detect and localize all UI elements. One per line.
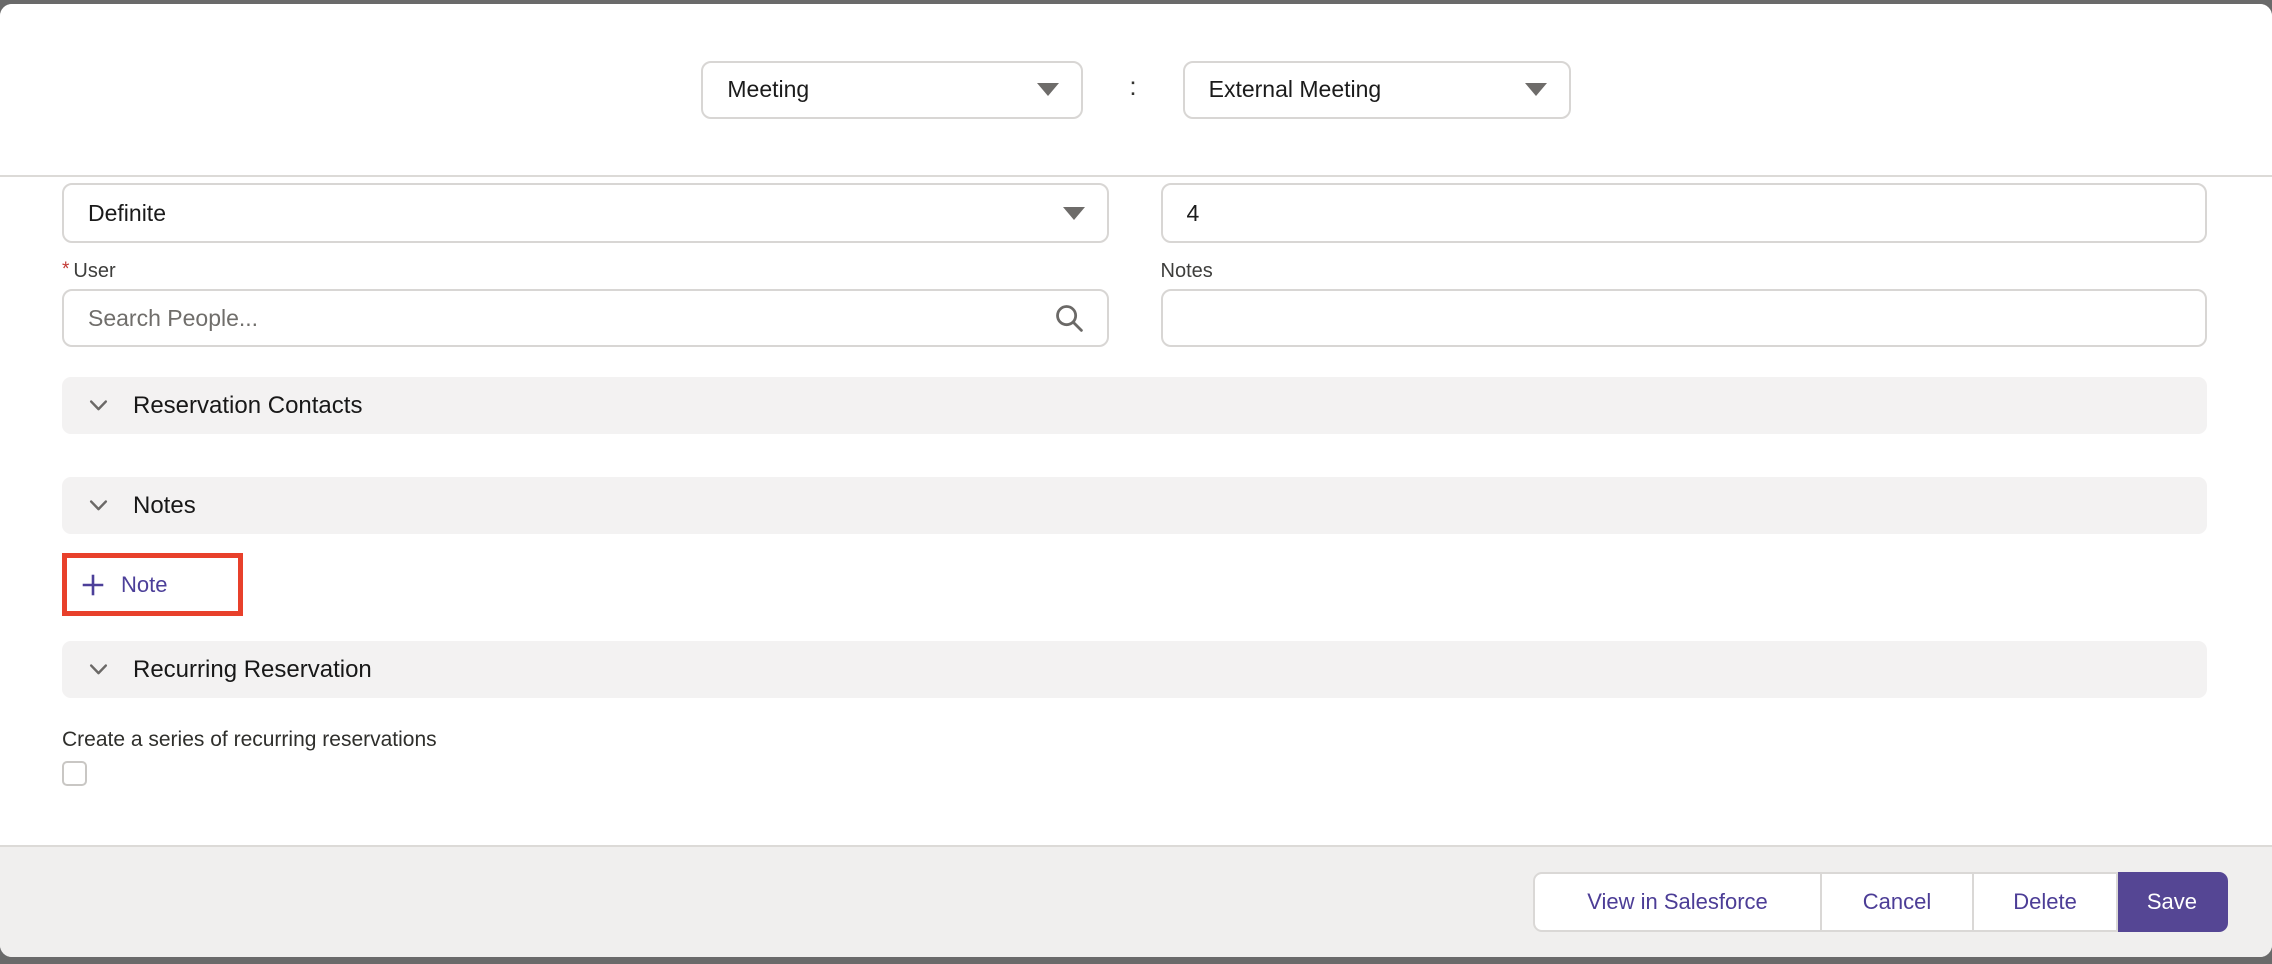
notes-field-label: Notes — [1161, 257, 2208, 283]
chevron-down-icon — [85, 392, 112, 419]
add-note-button[interactable]: Note — [67, 558, 238, 611]
footer-action-bar: View in Salesforce Cancel Delete Save — [0, 845, 2272, 957]
section-title: Recurring Reservation — [133, 656, 372, 684]
reservation-type-select[interactable]: Meeting — [701, 61, 1083, 119]
required-asterisk: * — [62, 259, 69, 281]
status-value: Definite — [88, 200, 166, 227]
reservation-subtype-select[interactable]: External Meeting — [1183, 61, 1571, 119]
notes-input[interactable] — [1161, 289, 2208, 347]
user-search-wrap — [62, 289, 1109, 347]
view-in-salesforce-button[interactable]: View in Salesforce — [1533, 872, 1822, 932]
recurring-checkbox[interactable] — [62, 761, 87, 786]
annotation-highlight-box: Note — [62, 553, 243, 616]
reservation-subtype-value: External Meeting — [1209, 76, 1382, 103]
field-grid: Definite * User Notes — [62, 183, 2207, 347]
reservation-form-body: Definite * User Notes — [0, 177, 2272, 845]
save-button[interactable]: Save — [2118, 872, 2228, 932]
caret-down-icon — [1037, 83, 1059, 96]
section-recurring-reservation[interactable]: Recurring Reservation — [62, 641, 2207, 698]
section-reservation-contacts[interactable]: Reservation Contacts — [62, 377, 2207, 434]
user-field-label: * User — [62, 257, 1109, 283]
recurring-series-label: Create a series of recurring reservation… — [62, 728, 2207, 752]
cancel-button[interactable]: Cancel — [1822, 872, 1974, 932]
footer-button-group: View in Salesforce Cancel Delete Save — [1533, 872, 2228, 932]
reservation-modal: Meeting : External Meeting Definite * Us… — [0, 4, 2272, 957]
section-title: Notes — [133, 492, 196, 520]
chevron-down-icon — [85, 656, 112, 683]
add-note-label: Note — [121, 572, 167, 598]
reservation-type-header: Meeting : External Meeting — [0, 4, 2272, 177]
attendees-input[interactable] — [1161, 183, 2208, 243]
caret-down-icon — [1063, 207, 1085, 220]
type-separator: : — [1129, 71, 1136, 102]
chevron-down-icon — [85, 492, 112, 519]
delete-button[interactable]: Delete — [1974, 872, 2118, 932]
caret-down-icon — [1525, 83, 1547, 96]
status-select[interactable]: Definite — [62, 183, 1109, 243]
plus-icon — [80, 572, 106, 598]
user-search-input[interactable] — [62, 289, 1109, 347]
section-notes[interactable]: Notes — [62, 477, 2207, 534]
section-title: Reservation Contacts — [133, 392, 362, 420]
reservation-type-value: Meeting — [727, 76, 809, 103]
